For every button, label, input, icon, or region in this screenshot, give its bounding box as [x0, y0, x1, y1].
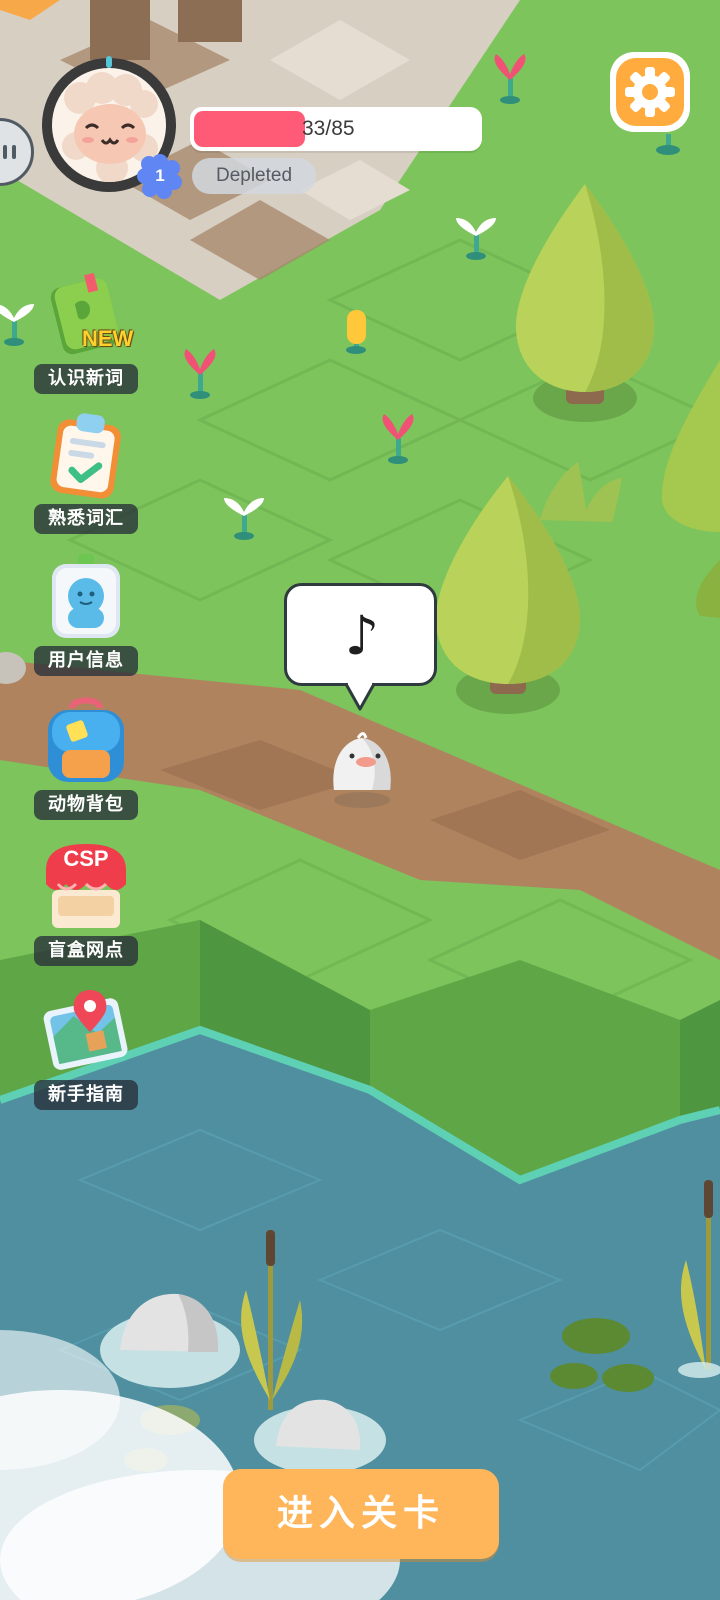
menu-label: 盲盒网点 [34, 936, 138, 966]
level-number: 1 [155, 166, 165, 185]
music-note-icon: ♪ [344, 604, 380, 667]
map-pin-icon [38, 984, 134, 1080]
level-badge: 1 [137, 153, 183, 199]
energy-bar-fill [194, 111, 305, 147]
green-book-icon: NEW [38, 268, 134, 364]
settings-button[interactable] [610, 52, 690, 132]
handle-grip-line [12, 145, 16, 159]
menu-label: 认识新词 [34, 364, 138, 394]
energy-bar: 33/85 [190, 107, 482, 151]
user-id-badge-icon [38, 550, 134, 646]
shop-icon: CSP [38, 840, 134, 936]
menu-label: 用户信息 [34, 646, 138, 676]
menu-new-words[interactable]: NEW 认识新词 [34, 268, 138, 398]
menu-user-info[interactable]: 用户信息 [34, 550, 138, 680]
clipboard-check-icon [38, 408, 134, 504]
menu-beginner-guide[interactable]: 新手指南 [34, 984, 138, 1114]
tree-top-right [515, 184, 655, 422]
energy-value: 33/85 [302, 117, 355, 140]
menu-blind-box-shop[interactable]: CSP 盲盒网点 [34, 840, 138, 970]
enter-level-button[interactable]: 进入关卡 [223, 1469, 499, 1559]
menu-label: 动物背包 [34, 790, 138, 820]
gear-icon [625, 67, 675, 117]
energy-status-label: Depleted [192, 158, 316, 194]
game-screen: 1 33/85 Depleted NEW 认识新词 熟悉词汇 用户信息 动物背包… [0, 0, 720, 1600]
menu-label: 新手指南 [34, 1080, 138, 1110]
new-badge: NEW [82, 326, 134, 351]
backpack-icon [38, 694, 134, 790]
handle-grip-line [3, 145, 7, 159]
avatar-progress-tick [106, 56, 112, 68]
menu-animal-bag[interactable]: 动物背包 [34, 694, 138, 824]
shop-sign-text: CSP [63, 846, 109, 871]
menu-familiar-vocab[interactable]: 熟悉词汇 [34, 408, 138, 538]
menu-label: 熟悉词汇 [34, 504, 138, 534]
speech-bubble: ♪ [284, 583, 440, 711]
